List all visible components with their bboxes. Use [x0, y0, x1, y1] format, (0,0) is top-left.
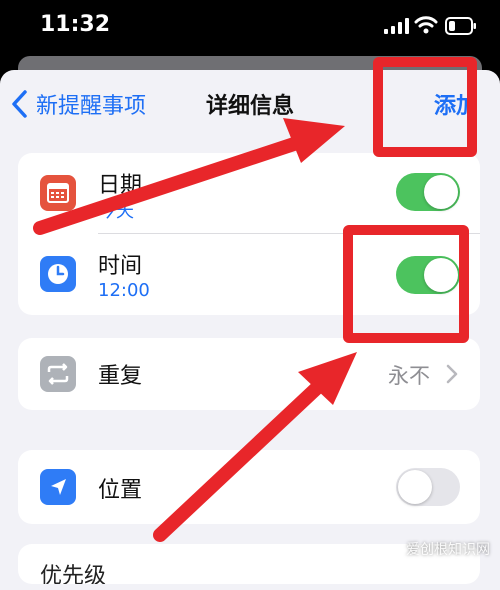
date-toggle[interactable] [396, 173, 460, 211]
toggle-knob [398, 470, 432, 504]
location-label: 位置 [98, 478, 143, 503]
highlight-box-toggle [343, 225, 469, 343]
repeat-label: 重复 [98, 364, 143, 389]
time-value[interactable]: 12:00 [98, 280, 150, 301]
status-time: 11:32 [40, 12, 111, 37]
chevron-right-icon [446, 364, 458, 384]
repeat-row[interactable]: 重复 永不 [18, 338, 480, 410]
toggle-knob [424, 175, 458, 209]
date-row[interactable]: 日期 今天 [18, 153, 480, 233]
clock-icon [40, 256, 76, 292]
calendar-icon [40, 175, 76, 211]
date-value: 今天 [98, 201, 134, 222]
highlight-box-add [373, 57, 477, 157]
wifi-icon [414, 16, 438, 34]
location-row[interactable]: 位置 [18, 450, 480, 524]
location-toggle[interactable] [396, 468, 460, 506]
repeat-value: 永不 [388, 364, 430, 388]
date-label: 日期 [98, 173, 143, 198]
location-card: 位置 [18, 450, 480, 524]
repeat-card: 重复 永不 [18, 338, 480, 410]
signal-icon [384, 18, 409, 34]
repeat-arrows-icon [40, 356, 76, 392]
battery-icon [445, 17, 476, 35]
status-bar: 11:32 [0, 0, 500, 56]
next-row-label[interactable]: 优先级 [40, 558, 106, 584]
watermark: 爱创根知识网 [406, 542, 490, 558]
location-arrow-icon [40, 469, 76, 505]
time-label: 时间 [98, 254, 143, 279]
